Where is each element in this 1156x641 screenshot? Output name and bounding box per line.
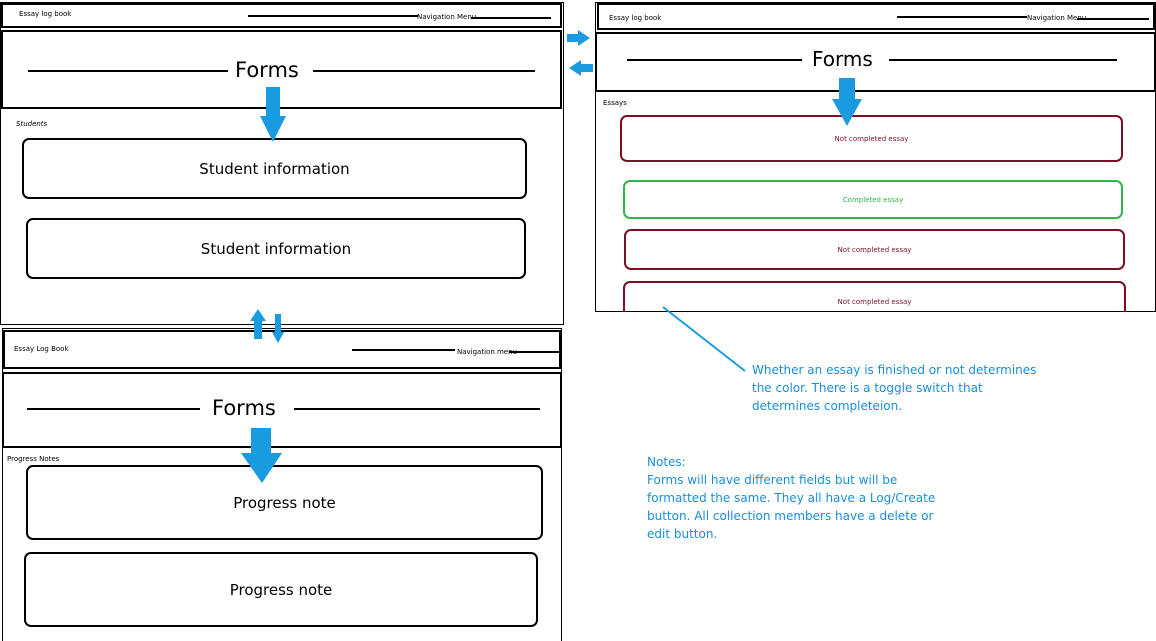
arrow-down-icon [272,314,284,343]
arrow-up-icon [250,309,266,339]
notes-block: Notes: Forms will have different fields … [647,453,947,543]
arrow-down-icon [832,78,862,126]
annotation-pointer-line [662,306,746,372]
arrow-down-icon [241,428,282,483]
notes-heading: Notes: [647,455,686,469]
arrow-down-icon [260,87,286,142]
arrow-left-icon [569,60,593,76]
arrow-right-icon [567,30,590,46]
notes-body: Forms will have different fields but wil… [647,473,936,541]
color-annotation: Whether an essay is finished or not dete… [752,363,1037,413]
arrows-layer [241,30,862,483]
